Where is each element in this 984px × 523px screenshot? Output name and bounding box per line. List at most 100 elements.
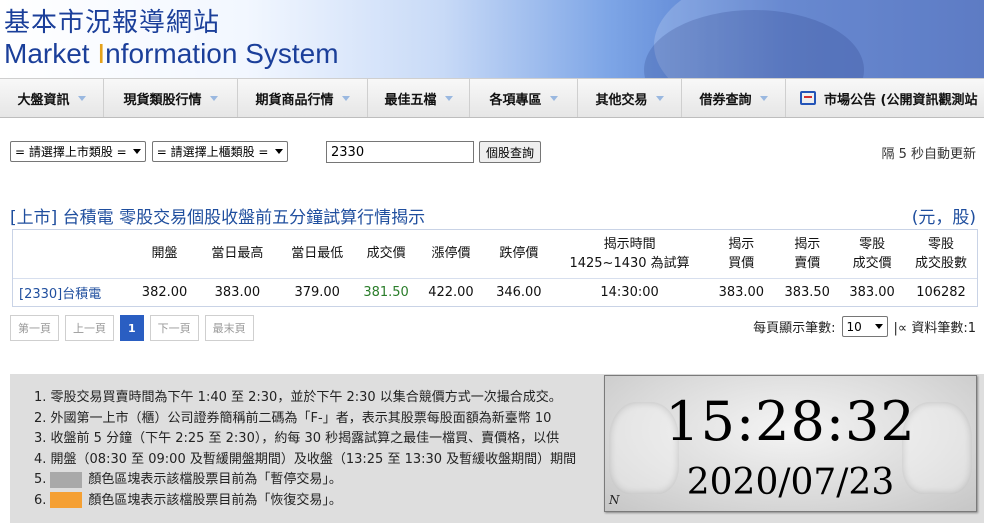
- nav-other-trading[interactable]: 其他交易: [578, 79, 682, 117]
- header-text: 揭示: [794, 236, 821, 252]
- quote-table: 開盤 當日最高 當日最低 成交價 漲停價 跌停價 揭示時間 1425~1430 為…: [12, 229, 978, 307]
- odd-lot-volume-cell: 106282: [905, 277, 977, 306]
- display-time-cell: 14:30:00: [551, 277, 708, 306]
- header-text: 零股: [859, 236, 886, 252]
- clock-widget: 15:28:32 2020/07/23 N: [604, 375, 977, 512]
- chevron-down-icon: [655, 95, 664, 101]
- nav-label: 現貨類股行情: [123, 92, 202, 108]
- stock-query-button[interactable]: 個股查詢: [479, 141, 542, 163]
- note-text: 顏色區塊表示該檔股票目前為「暫停交易」。: [88, 472, 342, 487]
- header-text: 揭示: [728, 236, 755, 252]
- header-text: 當日最高: [211, 246, 264, 262]
- column-header: 當日最高: [197, 230, 279, 278]
- chevron-down-icon: [341, 95, 350, 101]
- last-price-cell: 381.50: [356, 277, 417, 306]
- column-header: [13, 230, 133, 278]
- note-text: 顏色區塊表示該檔股票目前為「恢復交易」。: [88, 492, 342, 508]
- open-price-cell: 382.00: [132, 277, 197, 306]
- nav-special-zones[interactable]: 各項專區: [470, 79, 578, 117]
- header-text: 1425~1430 為試算: [569, 255, 690, 271]
- nav-label: 期貨商品行情: [255, 92, 334, 108]
- ask-price-cell: 383.50: [775, 277, 840, 306]
- column-header: 零股 成交價: [839, 230, 905, 278]
- column-header: 跌停價: [486, 230, 552, 278]
- nav-label: 最佳五檔: [384, 92, 437, 108]
- suspend-color-swatch: [50, 471, 83, 488]
- select-value: 10: [846, 319, 862, 334]
- clock-time: 15:28:32: [665, 390, 916, 453]
- header-text: 買價: [728, 255, 755, 271]
- monitor-icon: [800, 91, 816, 105]
- header-text: 成交價: [852, 255, 892, 271]
- auto-refresh-note: 隔 5 秒自動更新: [881, 147, 976, 162]
- header-text: 成交價: [366, 246, 406, 262]
- site-title-english-part: Market: [4, 38, 98, 69]
- listed-sector-select[interactable]: = 請選擇上市類股 =: [10, 141, 146, 162]
- chevron-down-icon: [549, 95, 558, 101]
- quote-table-grid: 開盤 當日最高 當日最低 成交價 漲停價 跌停價 揭示時間 1425~1430 為…: [13, 230, 977, 306]
- nav-label: 各項專區: [489, 92, 542, 108]
- pagination: 第一頁 上一頁 1 下一頁 最末頁: [10, 315, 254, 341]
- header-text: 揭示時間: [603, 236, 656, 252]
- nav-spot-sector-quotes[interactable]: 現貨類股行情: [104, 79, 238, 117]
- page-title: [上市] 台積電 零股交易個股收盤前五分鐘試算行情揭示: [10, 208, 426, 228]
- current-page-button[interactable]: 1: [120, 315, 144, 341]
- site-title-english: Market Information System: [4, 38, 339, 70]
- first-page-button[interactable]: 第一頁: [10, 315, 59, 341]
- clock-date: 2020/07/23: [686, 462, 895, 503]
- unit-label: (元，股): [911, 208, 976, 228]
- nav-securities-lending[interactable]: 借券查詢: [682, 79, 786, 117]
- nav-label: 大盤資訊: [17, 92, 70, 108]
- header-text: 賣價: [794, 255, 821, 271]
- nav-label: 市場公告 (公開資訊觀測站: [824, 92, 978, 108]
- chevron-down-icon: [209, 95, 218, 101]
- header-text: 開盤: [151, 246, 178, 262]
- column-header: 開盤: [133, 230, 197, 278]
- header-text: 漲停價: [431, 246, 471, 262]
- column-header: 揭示 賣價: [775, 230, 839, 278]
- column-header: 揭示 買價: [707, 230, 775, 278]
- chevron-down-icon: [759, 95, 768, 101]
- header-text: 零股: [928, 236, 955, 252]
- column-header: 成交價: [356, 230, 416, 278]
- nav-label: 其他交易: [595, 92, 648, 108]
- chevron-down-icon: [77, 95, 86, 101]
- record-count: |∝ 資料筆數:1: [893, 321, 976, 336]
- next-page-button[interactable]: 下一頁: [149, 315, 199, 341]
- last-page-button[interactable]: 最末頁: [204, 315, 254, 341]
- column-header: 當日最低: [278, 230, 356, 278]
- nav-futures-quotes[interactable]: 期貨商品行情: [238, 79, 368, 117]
- table-row: [2330]台積電 382.00 383.00 379.00 381.50 42…: [13, 277, 977, 306]
- chevron-down-icon: [132, 149, 141, 154]
- otc-sector-select[interactable]: = 請選擇上櫃類股 =: [151, 141, 288, 162]
- header-text: 成交股數: [915, 255, 968, 271]
- header-text: 跌停價: [499, 246, 539, 262]
- bid-price-cell: 383.00: [707, 277, 776, 306]
- limit-down-cell: 346.00: [485, 277, 552, 306]
- column-header: 揭示時間 1425~1430 為試算: [552, 230, 708, 278]
- per-page-select[interactable]: 10: [841, 316, 888, 337]
- site-title-chinese: 基本市況報導網站: [4, 8, 221, 38]
- per-page-control: 每頁顯示筆數: 10 |∝ 資料筆數:1: [753, 316, 976, 337]
- stock-code-input[interactable]: [326, 141, 474, 163]
- site-banner: 基本市況報導網站 Market Information System: [0, 0, 984, 78]
- odd-lot-price-cell: 383.00: [839, 277, 906, 306]
- prev-page-button[interactable]: 上一頁: [65, 315, 114, 341]
- nav-market-overview[interactable]: 大盤資訊: [0, 79, 104, 117]
- high-price-cell: 383.00: [196, 277, 279, 306]
- nav-label: 借券查詢: [699, 92, 752, 108]
- chevron-down-icon: [444, 95, 453, 101]
- stock-selector-row: = 請選擇上市類股 = = 請選擇上櫃類股 =: [10, 141, 288, 162]
- stock-name-link[interactable]: [2330]台積電: [13, 277, 133, 306]
- nav-best-five[interactable]: 最佳五檔: [368, 79, 470, 117]
- main-nav: 大盤資訊 現貨類股行情 期貨商品行情 最佳五檔 各項專區 其他交易 借券查詢 市…: [0, 78, 984, 118]
- column-header: 漲停價: [416, 230, 486, 278]
- select-value: = 請選擇上市類股 =: [15, 145, 127, 159]
- note-number: 6.: [34, 492, 47, 508]
- nav-market-announcement[interactable]: 市場公告 (公開資訊觀測站: [786, 79, 984, 117]
- table-header-row: 開盤 當日最高 當日最低 成交價 漲停價 跌停價 揭示時間 1425~1430 為…: [13, 230, 977, 278]
- select-value: = 請選擇上櫃類股 =: [156, 145, 269, 159]
- site-title-english-part: nformation System: [105, 38, 339, 69]
- per-page-label: 每頁顯示筆數:: [753, 321, 836, 336]
- clock-mark: N: [609, 493, 620, 507]
